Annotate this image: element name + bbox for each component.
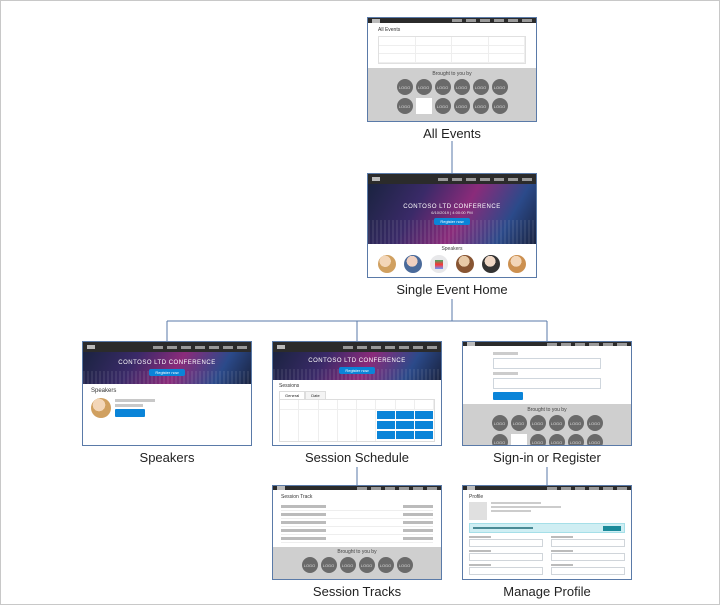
caption-speakers: Speakers <box>82 450 252 465</box>
password-field[interactable] <box>493 378 601 389</box>
view-speaker-button[interactable] <box>115 409 145 417</box>
sponsor-footer: Brought to you by LOGOLOGO LOGOLOGO LOGO… <box>368 68 536 121</box>
thumb-all-events[interactable]: All Events Brought to you by LOGOLOGO LO… <box>367 17 537 122</box>
schedule-tabs: General Date <box>279 391 435 399</box>
profile-field[interactable] <box>551 553 625 561</box>
node-signin: Brought to you by LOGOLOGO LOGOLOGO LOGO… <box>462 341 632 465</box>
register-button[interactable]: Register now <box>434 218 469 225</box>
all-events-heading: All Events <box>378 27 526 33</box>
mini-navbar <box>83 342 251 352</box>
thumb-speakers[interactable]: CONTOSO LTD CONFERENCE Register now Spea… <box>82 341 252 446</box>
caption-manage-profile: Manage Profile <box>462 584 632 599</box>
caption-single-event: Single Event Home <box>367 282 537 297</box>
avatar <box>404 255 422 273</box>
events-table <box>378 36 526 64</box>
thumb-manage-profile[interactable]: Profile <box>462 485 632 580</box>
profile-photo <box>469 502 487 520</box>
profile-field[interactable] <box>551 539 625 547</box>
mini-navbar <box>273 342 441 352</box>
node-single-event: CONTOSO LTD CONFERENCE 6/10/2019 | 4:00:… <box>367 173 537 297</box>
profile-form <box>469 536 625 575</box>
thumb-session-schedule[interactable]: CONTOSO LTD CONFERENCE Register now Sess… <box>272 341 442 446</box>
node-session-tracks: Session Track Brought to you by LOGOLOGO… <box>272 485 442 599</box>
avatar <box>456 255 474 273</box>
sitemap-diagram: All Events Brought to you by LOGOLOGO LO… <box>0 0 720 605</box>
profile-field[interactable] <box>469 539 543 547</box>
sponsor-footer: Brought to you by LOGOLOGO LOGOLOGO LOGO… <box>273 547 441 579</box>
avatar <box>482 255 500 273</box>
profile-heading: Profile <box>469 494 625 500</box>
profile-field[interactable] <box>469 567 543 575</box>
sessions-heading: Sessions <box>279 383 435 389</box>
field-label <box>493 352 518 355</box>
node-all-events: All Events Brought to you by LOGOLOGO LO… <box>367 17 537 141</box>
avatar <box>508 255 526 273</box>
thumb-signin[interactable]: Brought to you by LOGOLOGO LOGOLOGO LOGO… <box>462 341 632 446</box>
tracks-heading: Session Track <box>281 494 433 500</box>
profile-field[interactable] <box>469 553 543 561</box>
thumb-single-event[interactable]: CONTOSO LTD CONFERENCE 6/10/2019 | 4:00:… <box>367 173 537 278</box>
node-session-schedule: CONTOSO LTD CONFERENCE Register now Sess… <box>272 341 442 465</box>
tracks-list <box>281 503 433 543</box>
avatar <box>430 255 448 273</box>
avatar <box>91 398 111 418</box>
field-label <box>493 372 518 375</box>
sponsor-footer: Brought to you by LOGOLOGO LOGOLOGO LOGO… <box>463 404 631 446</box>
schedule-grid <box>279 399 435 442</box>
username-field[interactable] <box>493 358 601 369</box>
session-blocks <box>376 410 434 441</box>
profile-alert <box>469 523 625 533</box>
tab-general[interactable]: General <box>279 391 305 399</box>
microsoft-logo-icon <box>511 434 527 446</box>
caption-all-events: All Events <box>367 126 537 141</box>
speakers-heading: Speakers <box>91 388 243 394</box>
speaker-card <box>91 398 243 418</box>
hero-subtitle: 6/10/2019 | 4:00:00 PM <box>431 210 473 215</box>
caption-signin: Sign-in or Register <box>462 450 632 465</box>
caption-session-tracks: Session Tracks <box>272 584 442 599</box>
mini-navbar <box>368 174 536 184</box>
tab-date[interactable]: Date <box>305 391 325 399</box>
alert-action-button[interactable] <box>603 526 621 531</box>
signin-button[interactable] <box>493 392 523 400</box>
speaker-avatars <box>368 252 536 277</box>
speakers-section-label: Speakers <box>368 244 536 252</box>
node-manage-profile: Profile <box>462 485 632 599</box>
thumb-session-tracks[interactable]: Session Track Brought to you by LOGOLOGO… <box>272 485 442 580</box>
node-speakers: CONTOSO LTD CONFERENCE Register now Spea… <box>82 341 252 465</box>
avatar <box>378 255 396 273</box>
caption-session-schedule: Session Schedule <box>272 450 442 465</box>
microsoft-logo-icon <box>416 98 432 114</box>
profile-field[interactable] <box>551 567 625 575</box>
